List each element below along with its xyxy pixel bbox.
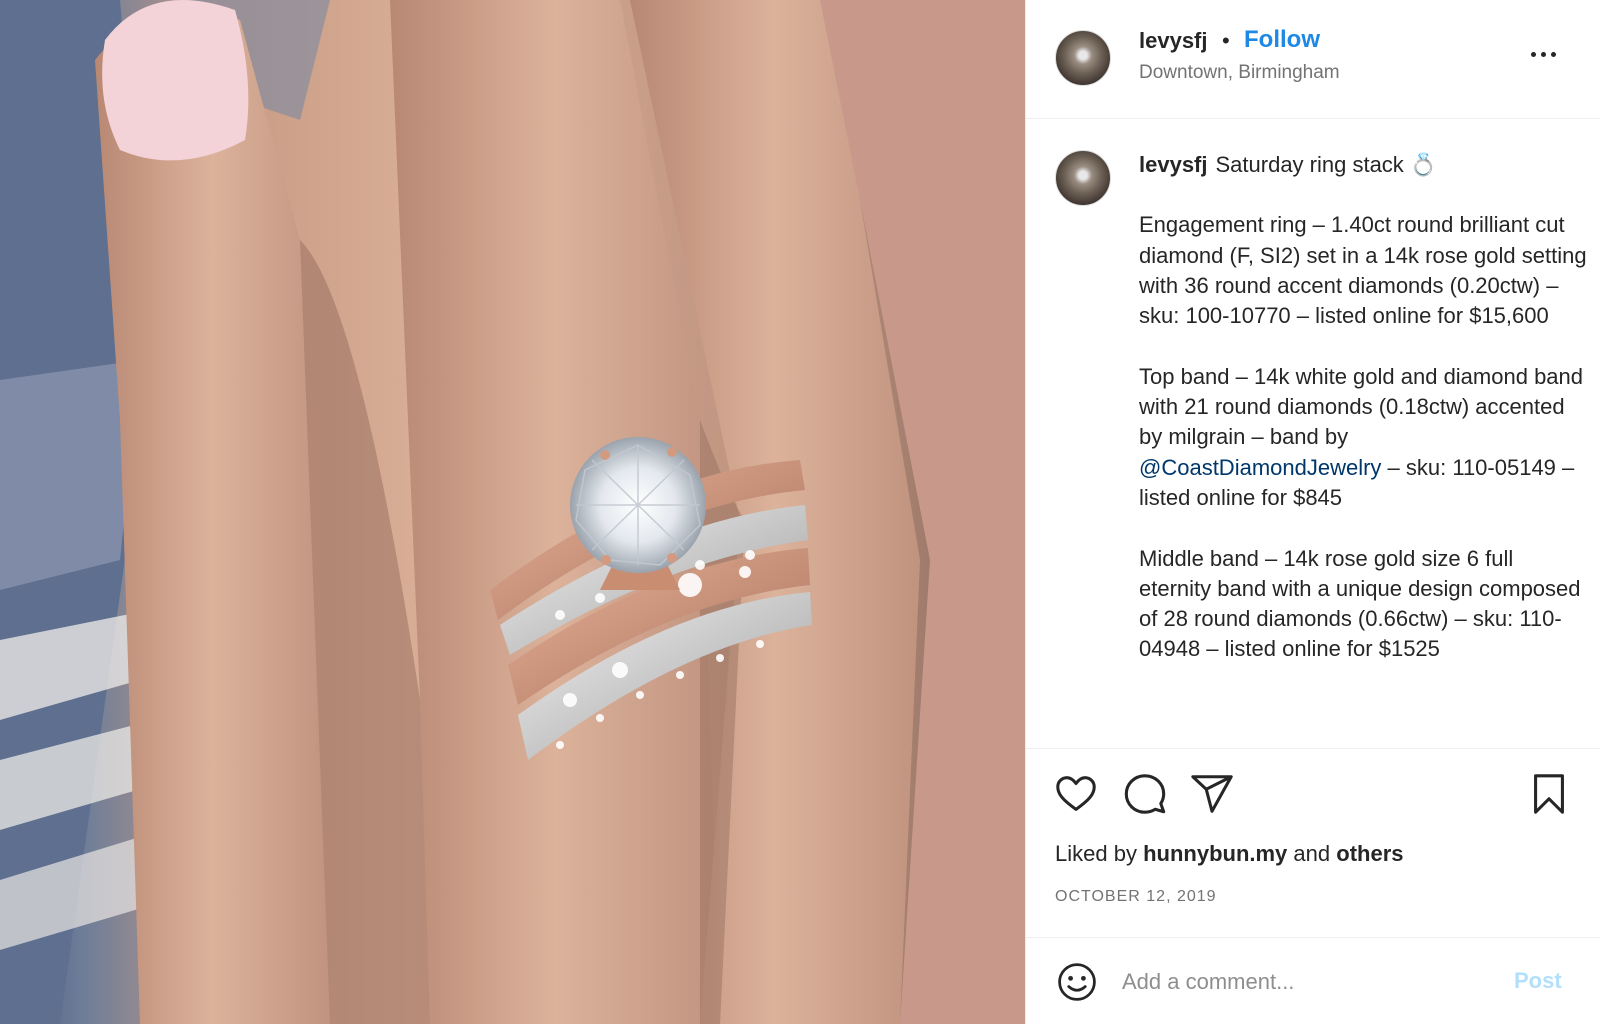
mention-link[interactable]: @CoastDiamondJewelry (1139, 455, 1381, 480)
comment-input[interactable] (1122, 962, 1482, 1002)
liked-others-link[interactable]: others (1336, 841, 1403, 866)
caption-first-line: levysfj Saturday ring stack 💍 (1139, 150, 1587, 180)
comment-box: Post (1026, 938, 1600, 1024)
caption-section: levysfj Saturday ring stack 💍 Engagement … (1026, 120, 1600, 748)
post-header: levysfj • Follow Downtown, Birmingham (1026, 0, 1600, 119)
liked-prefix: Liked by (1055, 841, 1137, 866)
liked-and: and (1293, 841, 1331, 866)
more-horizontal-icon[interactable] (1524, 41, 1562, 67)
post-button[interactable]: Post (1514, 968, 1562, 994)
follow-button[interactable]: Follow (1244, 26, 1320, 54)
caption-paragraph-middle-band: Middle band – 14k rose gold size 6 full … (1139, 545, 1581, 662)
location-link[interactable]: Downtown, Birmingham (1139, 62, 1340, 84)
likes-summary: Liked by hunnybun.my and others (1055, 841, 1404, 867)
avatar[interactable] (1055, 30, 1111, 86)
caption-paragraph-top-band: Top band – 14k white gold and diamond ba… (1139, 362, 1587, 513)
post-side-panel: levysfj • Follow Downtown, Birmingham le… (1025, 0, 1600, 1024)
caption-title: Saturday ring stack 💍 (1215, 152, 1438, 177)
ring-photo-illustration (0, 0, 1025, 1024)
bookmark-icon[interactable] (1526, 771, 1572, 817)
post-photo[interactable] (0, 0, 1025, 1024)
header-username[interactable]: levysfj (1139, 28, 1208, 54)
caption-avatar[interactable] (1055, 150, 1111, 206)
caption-text: levysfj Saturday ring stack 💍 Engagement … (1139, 150, 1587, 695)
post-date[interactable]: OCTOBER 12, 2019 (1055, 888, 1217, 906)
heart-icon[interactable] (1053, 771, 1099, 817)
separator-dot: • (1222, 28, 1230, 53)
share-icon[interactable] (1189, 771, 1235, 817)
smiley-icon[interactable] (1055, 960, 1099, 1004)
liked-user-link[interactable]: hunnybun.my (1143, 841, 1287, 866)
caption-paragraph-engagement: Engagement ring – 1.40ct round brilliant… (1139, 212, 1587, 329)
actions-section: Liked by hunnybun.my and others OCTOBER … (1026, 748, 1600, 938)
top-band-text: Top band – 14k white gold and diamond ba… (1139, 363, 1584, 450)
caption-username[interactable]: levysfj (1139, 152, 1208, 177)
comment-icon[interactable] (1122, 771, 1168, 817)
